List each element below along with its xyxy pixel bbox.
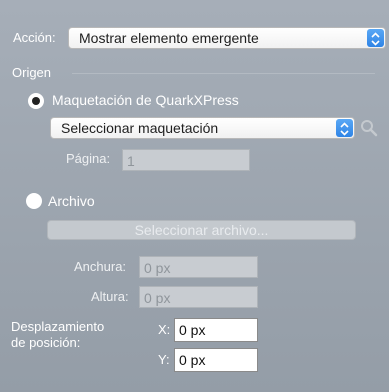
chevron-updown-icon [336, 119, 353, 137]
height-field[interactable]: 0 px [139, 286, 258, 308]
height-label: Altura: [91, 289, 129, 304]
chevron-updown-icon [367, 29, 384, 47]
action-popup-value: Mostrar elemento emergente [79, 30, 259, 46]
offset-x-field[interactable]: 0 px [174, 318, 258, 342]
layout-popup-value: Seleccionar maquetación [61, 120, 219, 136]
page-field[interactable]: 1 [122, 149, 250, 171]
layout-radio-label: Maquetación de QuarkXPress [52, 92, 239, 108]
width-field[interactable]: 0 px [139, 256, 258, 278]
select-file-button[interactable]: Seleccionar archivo... [47, 220, 356, 240]
action-popup[interactable]: Mostrar elemento emergente [68, 27, 386, 49]
offset-y-field[interactable]: 0 px [174, 348, 258, 372]
offset-label: Desplazamiento de posición: [11, 319, 104, 351]
layout-radio[interactable] [28, 93, 44, 109]
radio-selected-dot [32, 97, 40, 105]
layout-popup[interactable]: Seleccionar maquetación [50, 117, 355, 139]
magnifier-icon[interactable] [360, 119, 378, 140]
origin-divider [72, 73, 375, 74]
page-label: Página: [66, 151, 111, 166]
file-radio[interactable] [26, 193, 42, 209]
origin-section-label: Origen [12, 65, 52, 80]
offset-label-line2: de posición: [11, 335, 81, 350]
offset-label-line1: Desplazamiento [11, 319, 105, 334]
action-label: Acción: [13, 30, 56, 45]
offset-x-label: X: [158, 322, 171, 337]
offset-y-label: Y: [158, 352, 170, 367]
action-panel: Acción: Mostrar elemento emergente Orige… [0, 0, 389, 392]
file-radio-label: Archivo [48, 193, 95, 209]
width-label: Anchura: [74, 259, 127, 274]
